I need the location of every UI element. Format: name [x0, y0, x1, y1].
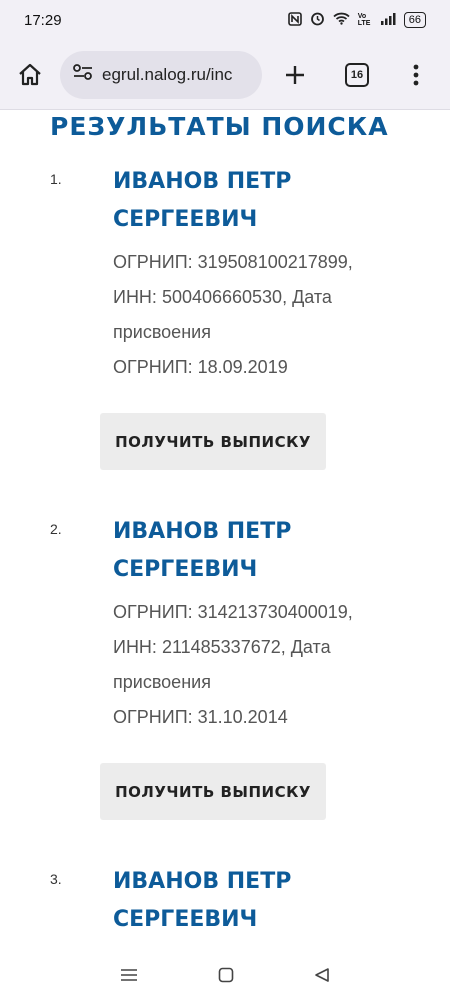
site-settings-icon[interactable]: [72, 63, 94, 86]
volte-icon: Vo LTE: [357, 13, 371, 27]
detail-line: присвоения: [113, 672, 211, 692]
browser-toolbar: egrul.nalog.ru/inc 16: [0, 40, 450, 110]
plus-icon: [286, 65, 304, 84]
new-tab-button[interactable]: [262, 64, 328, 86]
detail-line: ИНН: 500406660530, Дата: [113, 287, 332, 307]
recents-button[interactable]: [120, 968, 138, 987]
square-icon: [218, 967, 234, 983]
home-icon: [19, 63, 41, 85]
result-details: ОГРНИП: 319508100217899, ИНН: 5004066605…: [113, 245, 433, 385]
back-button[interactable]: [314, 967, 330, 988]
result-number: 1.: [50, 171, 62, 187]
signal-icon: [380, 12, 396, 28]
back-triangle-icon: [315, 968, 329, 982]
detail-line: ИНН: 211485337672, Дата: [113, 637, 331, 657]
menu-button[interactable]: [386, 64, 446, 86]
status-bar: 17:29 Vo LTE 66: [0, 0, 450, 40]
status-time: 17:29: [24, 11, 62, 29]
wifi-icon: [333, 12, 350, 28]
menu-lines-icon: [121, 969, 137, 981]
nfc-icon: [287, 11, 302, 29]
result-name-link[interactable]: ИВАНОВ ПЕТР СЕРГЕЕВИЧ: [113, 863, 413, 939]
home-button[interactable]: [0, 62, 60, 88]
get-extract-button[interactable]: ПОЛУЧИТЬ ВЫПИСКУ: [100, 763, 326, 820]
detail-line: ОГРНИП: 319508100217899,: [113, 252, 353, 272]
tab-count: 16: [345, 62, 369, 87]
home-nav-button[interactable]: [218, 967, 234, 988]
address-bar[interactable]: egrul.nalog.ru/inc: [60, 50, 262, 99]
result-number: 2.: [50, 521, 62, 537]
page-title: РЕЗУЛЬТАТЫ ПОИСКА: [50, 112, 389, 141]
detail-line: присвоения: [113, 322, 211, 342]
detail-line: ОГРНИП: 18.09.2019: [113, 357, 288, 377]
more-vert-icon: [413, 64, 419, 85]
detail-line: ОГРНИП: 314213730400019,: [113, 602, 353, 622]
result-name-link[interactable]: ИВАНОВ ПЕТР СЕРГЕЕВИЧ: [113, 163, 413, 239]
tab-switcher-button[interactable]: 16: [328, 62, 386, 87]
result-name-link[interactable]: ИВАНОВ ПЕТР СЕРГЕЕВИЧ: [113, 513, 413, 589]
detail-line: ОГРНИП: 31.10.2014: [113, 707, 288, 727]
page-content: РЕЗУЛЬТАТЫ ПОИСКА 1. ИВАНОВ ПЕТР СЕРГЕЕВ…: [0, 110, 450, 955]
result-details: ОГРНИП: 314213730400019, ИНН: 2114853376…: [113, 595, 433, 735]
result-number: 3.: [50, 871, 62, 887]
get-extract-button[interactable]: ПОЛУЧИТЬ ВЫПИСКУ: [100, 413, 326, 470]
url-text: egrul.nalog.ru/inc: [102, 64, 233, 84]
status-icons: Vo LTE 66: [287, 11, 426, 29]
battery-icon: 66: [403, 12, 426, 28]
system-nav-bar: [0, 955, 450, 1000]
alarm-icon: [310, 11, 325, 29]
